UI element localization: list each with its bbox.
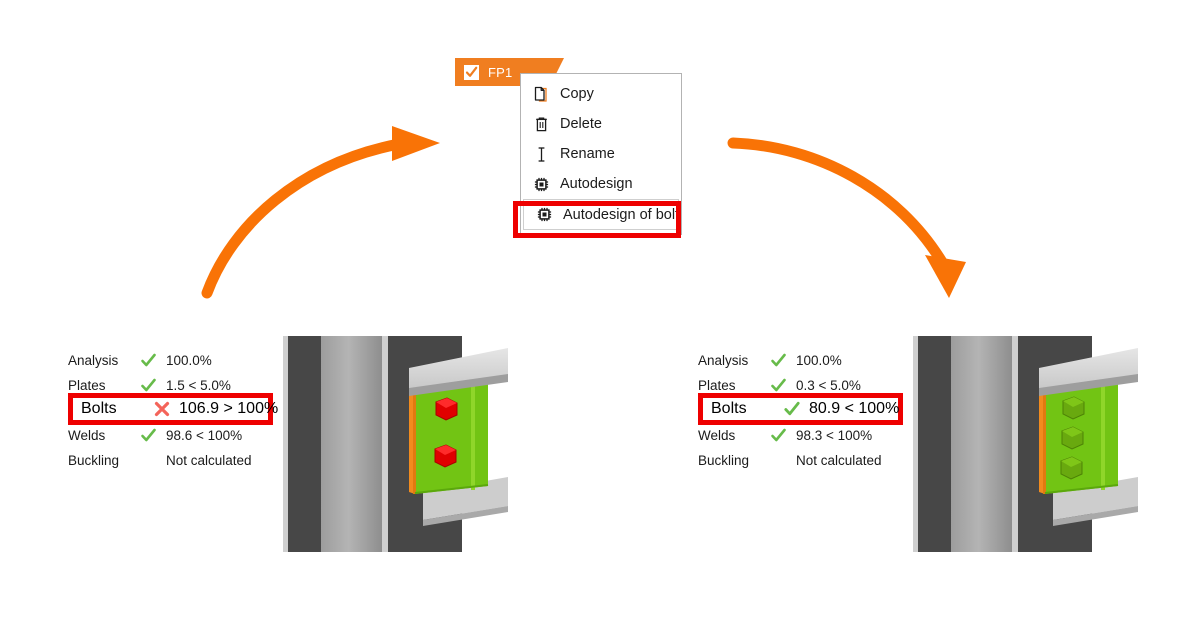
bolts-highlight-box-after: Bolts 80.9 < 100% <box>698 393 903 425</box>
arrow-left-group <box>201 126 440 299</box>
result-row-analysis: Analysis 100.0% <box>698 348 913 373</box>
result-label: Plates <box>698 378 736 393</box>
fp1-tab-label: FP1 <box>488 64 513 80</box>
result-value: 98.6 < 100% <box>166 428 243 443</box>
bolt-group <box>1060 396 1085 480</box>
result-label: Buckling <box>698 453 750 468</box>
arrow-left-head <box>392 126 440 161</box>
connection-render-after[interactable] <box>913 334 1138 554</box>
result-row-welds: Welds 98.3 < 100% <box>698 423 913 448</box>
workflow-illustration: FP1 Copy Delete Rename Autodesign Autode… <box>0 0 1200 630</box>
check-icon <box>140 377 166 394</box>
end-plate <box>415 382 488 494</box>
beam-web-line <box>471 385 475 490</box>
column-mid-edge <box>1012 336 1018 552</box>
check-icon <box>770 352 796 369</box>
copy-icon <box>532 85 551 104</box>
column-web <box>321 336 382 552</box>
arrow-right-group <box>727 137 966 298</box>
arrow-right-head <box>925 255 966 298</box>
connection-render-before[interactable] <box>283 334 508 554</box>
result-label: Plates <box>68 378 106 393</box>
result-row-buckling: Buckling Not calculated <box>698 448 913 473</box>
result-row-buckling: Buckling Not calculated <box>68 448 283 473</box>
cross-icon <box>153 400 179 418</box>
result-row-analysis: Analysis 100.0% <box>68 348 283 373</box>
text-cursor-icon <box>532 145 551 164</box>
result-value: 0.3 < 5.0% <box>796 378 861 393</box>
result-label: Bolts <box>81 400 117 417</box>
column-left-edge <box>913 336 918 552</box>
result-value: Not calculated <box>796 453 882 468</box>
menu-highlight-box <box>513 201 681 238</box>
result-label: Welds <box>68 428 106 443</box>
menu-item-label: Rename <box>560 146 615 162</box>
curved-arrow-right-icon <box>201 138 405 299</box>
menu-item-autodesign[interactable]: Autodesign <box>521 169 681 199</box>
column-flange-left <box>918 336 951 552</box>
result-label: Analysis <box>68 353 119 368</box>
result-label: Analysis <box>698 353 749 368</box>
check-icon <box>770 377 796 394</box>
result-label: Buckling <box>68 453 120 468</box>
menu-item-label: Autodesign <box>560 176 633 192</box>
result-value: 80.9 < 100% <box>809 400 900 417</box>
check-icon <box>140 352 166 369</box>
beam-web-line <box>1101 385 1105 490</box>
trash-icon <box>532 115 551 134</box>
column-mid-edge <box>382 336 388 552</box>
result-value: 100.0% <box>796 353 842 368</box>
result-label: Bolts <box>711 400 747 417</box>
bolts-highlight-box-before: Bolts 106.9 > 100% <box>68 393 278 425</box>
chip-icon <box>532 175 551 194</box>
checkbox-checked-icon[interactable] <box>464 64 479 80</box>
check-icon <box>783 400 809 418</box>
menu-item-label: Copy <box>560 86 594 102</box>
curved-arrow-down-icon <box>727 137 948 268</box>
result-value: 106.9 > 100% <box>179 400 279 417</box>
menu-item-label: Delete <box>560 116 602 132</box>
check-icon <box>770 427 796 444</box>
result-row-welds: Welds 98.6 < 100% <box>68 423 283 448</box>
column-left-edge <box>283 336 288 552</box>
result-label: Welds <box>698 428 736 443</box>
menu-item-delete[interactable]: Delete <box>521 109 681 139</box>
end-plate-weld-edge <box>1043 389 1046 494</box>
result-value: 98.3 < 100% <box>796 428 873 443</box>
result-value: Not calculated <box>166 453 252 468</box>
result-value: 100.0% <box>166 353 212 368</box>
menu-item-rename[interactable]: Rename <box>521 139 681 169</box>
menu-item-copy[interactable]: Copy <box>521 79 681 109</box>
result-value: 1.5 < 5.0% <box>166 378 231 393</box>
column-web <box>951 336 1012 552</box>
end-plate-weld-edge <box>413 389 416 494</box>
check-icon <box>140 427 166 444</box>
column-flange-left <box>288 336 321 552</box>
